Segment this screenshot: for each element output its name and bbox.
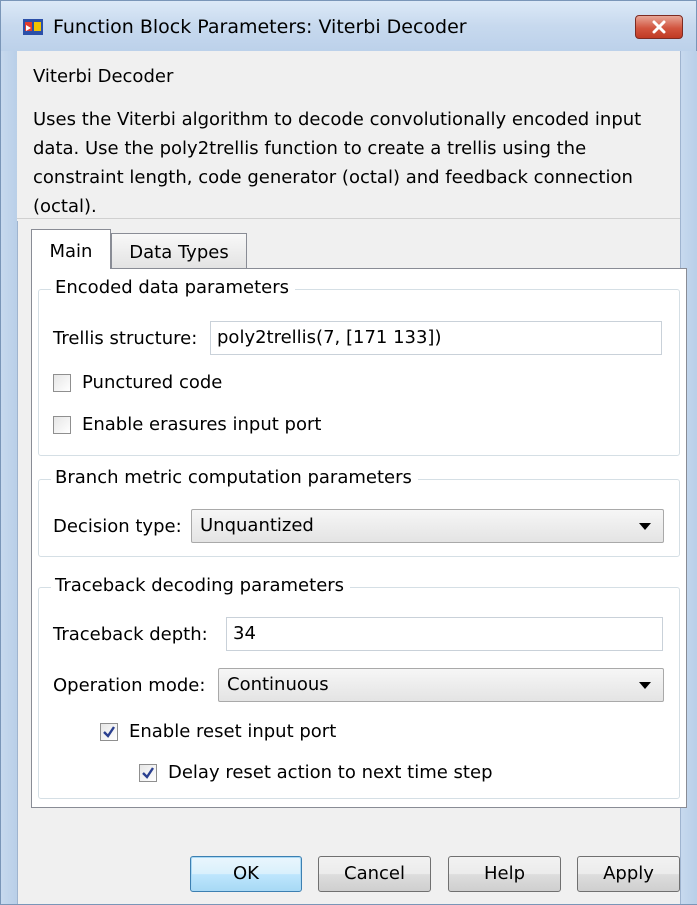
description-divider [17, 218, 680, 219]
block-name-heading: Viterbi Decoder [33, 66, 174, 87]
dialog-window: Function Block Parameters: Viterbi Decod… [0, 0, 697, 905]
branch-metric-group-title: Branch metric computation parameters [51, 465, 418, 491]
traceback-depth-input[interactable]: 34 [226, 617, 663, 651]
window-title: Function Block Parameters: Viterbi Decod… [53, 16, 467, 38]
decision-type-dropdown[interactable]: Unquantized [191, 509, 664, 543]
ok-button[interactable]: OK [190, 856, 302, 892]
enable-erasures-label[interactable]: Enable erasures input port [82, 413, 321, 437]
punctured-code-checkbox[interactable] [53, 374, 71, 392]
enable-reset-label[interactable]: Enable reset input port [129, 720, 336, 744]
block-description: Viterbi Decoder Uses the Viterbi algorit… [17, 51, 680, 221]
close-button[interactable] [635, 15, 683, 39]
tab-data-types[interactable]: Data Types [111, 233, 247, 268]
operation-mode-value: Continuous [227, 674, 329, 695]
delay-reset-checkbox[interactable] [139, 764, 157, 782]
traceback-depth-label: Traceback depth: [53, 624, 208, 645]
traceback-group: Traceback decoding parameters Traceback … [38, 573, 680, 799]
simulink-block-icon [23, 19, 43, 35]
checkmark-icon [142, 767, 154, 779]
tab-panel-main: Encoded data parameters Trellis structur… [31, 268, 687, 808]
apply-button[interactable]: Apply [577, 856, 680, 892]
encoded-data-group-title: Encoded data parameters [51, 275, 296, 301]
decision-type-label: Decision type: [53, 516, 182, 537]
checkmark-icon [103, 726, 115, 738]
description-line: (octal). [33, 196, 97, 217]
trellis-structure-label: Trellis structure: [53, 328, 198, 349]
title-bar[interactable]: Function Block Parameters: Viterbi Decod… [1, 1, 696, 52]
chevron-down-icon [639, 523, 651, 530]
window-frame-left [1, 51, 18, 904]
trellis-structure-input[interactable]: poly2trellis(7, [171 133]) [210, 321, 662, 355]
chevron-down-icon [639, 682, 651, 689]
cancel-button[interactable]: Cancel [318, 856, 431, 892]
close-icon [652, 20, 666, 34]
enable-erasures-checkbox[interactable] [53, 416, 71, 434]
delay-reset-label[interactable]: Delay reset action to next time step [168, 761, 493, 785]
description-line: constraint length, code generator (octal… [33, 167, 633, 188]
decision-type-value: Unquantized [200, 515, 314, 536]
tab-main[interactable]: Main [31, 229, 111, 269]
operation-mode-dropdown[interactable]: Continuous [218, 668, 664, 702]
description-line: data. Use the poly2trellis function to c… [33, 138, 587, 159]
traceback-group-title: Traceback decoding parameters [51, 573, 351, 599]
branch-metric-group: Branch metric computation parameters Dec… [38, 465, 680, 557]
block-description-text: Uses the Viterbi algorithm to decode con… [33, 105, 673, 221]
encoded-data-group: Encoded data parameters Trellis structur… [38, 275, 680, 456]
enable-reset-checkbox[interactable] [100, 723, 118, 741]
operation-mode-label: Operation mode: [53, 675, 206, 696]
punctured-code-label[interactable]: Punctured code [82, 371, 222, 395]
description-line: Uses the Viterbi algorithm to decode con… [33, 109, 642, 130]
help-button[interactable]: Help [448, 856, 561, 892]
